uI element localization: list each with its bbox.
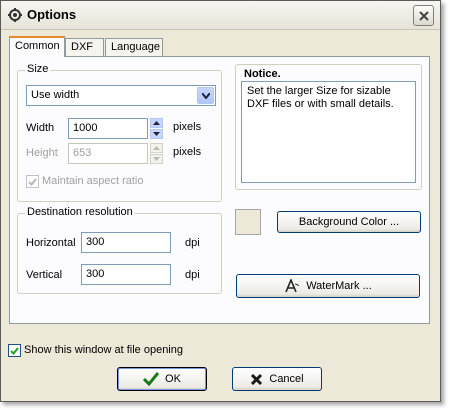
background-color-label: Background Color ... [298, 216, 400, 228]
vertical-dpi-unit: dpi [185, 269, 200, 281]
ok-label: OK [165, 373, 181, 385]
spin-up-icon[interactable] [150, 143, 163, 153]
size-mode-select[interactable]: Use width [26, 85, 216, 106]
notice-text: Set the larger Size for sizable DXF file… [241, 81, 416, 183]
cancel-x-icon [251, 373, 263, 385]
vertical-label: Vertical [26, 269, 63, 281]
destination-group-label: Destination resolution [25, 206, 135, 218]
spin-up-icon[interactable] [150, 118, 163, 128]
size-mode-value: Use width [31, 89, 80, 101]
spin-down-icon[interactable] [150, 154, 163, 164]
close-button[interactable] [413, 5, 434, 26]
tab-language[interactable]: Language [105, 38, 163, 56]
notice-label: Notice. [244, 68, 281, 80]
height-unit: pixels [173, 146, 202, 158]
tab-common[interactable]: Common [9, 36, 65, 57]
cancel-button[interactable]: Cancel [232, 367, 322, 391]
cancel-label: Cancel [269, 373, 304, 385]
show-at-open-label: Show this window at file opening [24, 344, 183, 356]
width-label: Width [26, 122, 55, 134]
horizontal-dpi-input[interactable]: 300 [81, 232, 171, 253]
background-color-button[interactable]: Background Color ... [277, 211, 421, 233]
ok-button[interactable]: OK [117, 367, 207, 391]
tab-dxf[interactable]: DXF [65, 38, 104, 56]
window-title: Options [27, 7, 77, 22]
close-icon [418, 10, 429, 21]
chevron-down-icon[interactable] [197, 87, 214, 104]
watermark-label: WaterMark ... [306, 280, 372, 292]
horizontal-dpi-unit: dpi [185, 237, 200, 249]
watermark-icon [285, 279, 300, 293]
width-unit: pixels [173, 121, 202, 133]
tab-panel-common: Size Use width Width 1000 pixels Height … [9, 56, 430, 324]
app-icon [7, 7, 23, 23]
title-bar[interactable]: Options [1, 1, 440, 30]
height-input[interactable]: 653 [68, 143, 148, 164]
checkmark-icon [143, 372, 160, 386]
notice-group: Notice. Set the larger Size for sizable … [235, 64, 422, 190]
watermark-button[interactable]: WaterMark ... [236, 274, 420, 298]
maintain-aspect-checkbox[interactable] [26, 175, 39, 188]
check-icon [28, 177, 37, 186]
width-input[interactable]: 1000 [68, 118, 148, 139]
height-label: Height [26, 147, 58, 159]
destination-resolution-group: Destination resolution Horizontal 300 dp… [17, 206, 222, 294]
options-dialog: Options Common DXF Language Size Use wid… [0, 0, 441, 402]
size-group-label: Size [25, 63, 51, 75]
maintain-aspect-label: Maintain aspect ratio [42, 175, 144, 187]
background-color-swatch[interactable] [235, 209, 261, 235]
check-icon [10, 346, 19, 355]
show-at-open-checkbox[interactable] [8, 344, 21, 357]
size-group: Size Use width Width 1000 pixels Height … [17, 63, 222, 202]
height-spinner[interactable] [150, 143, 163, 164]
spin-down-icon[interactable] [150, 129, 163, 139]
width-spinner[interactable] [150, 118, 163, 139]
vertical-dpi-input[interactable]: 300 [81, 264, 171, 285]
horizontal-label: Horizontal [26, 237, 76, 249]
